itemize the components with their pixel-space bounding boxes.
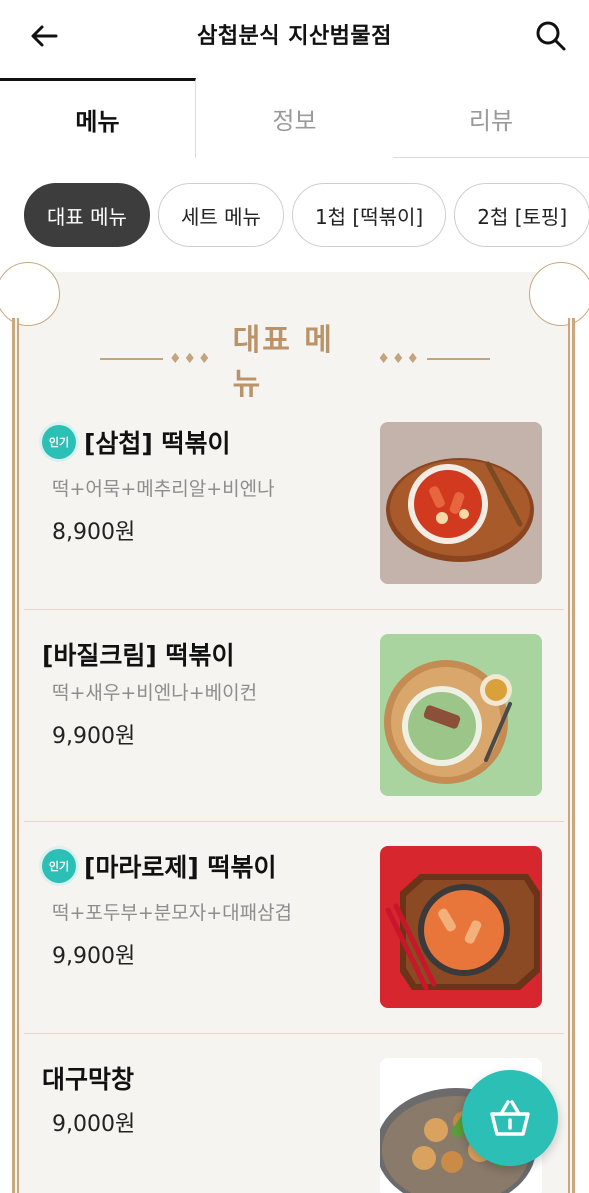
basket-icon <box>490 1100 530 1136</box>
chip-topping[interactable]: 2첩 [토핑] <box>454 183 589 247</box>
section-heading: ♦♦♦ 대표 메뉴 ♦♦♦ <box>100 323 490 402</box>
panel-border <box>565 318 575 1193</box>
app: 삼첩분식 지산범물점 메뉴 정보 리뷰 대표 메뉴 세트 메뉴 1첩 [떡볶이]… <box>0 0 589 1193</box>
basil-cream-dish-image <box>380 634 542 796</box>
menu-item[interactable]: 인기 [삼첩] 떡볶이 떡+어묵+메추리알+비엔나 8,900원 <box>24 398 564 610</box>
tab-menu[interactable]: 메뉴 <box>0 78 196 158</box>
menu-item-description: 떡+새우+비엔나+베이컨 <box>52 682 258 704</box>
menu-item-photo[interactable] <box>380 422 542 584</box>
menu-item-name-row: [바질크림] 떡볶이 <box>42 636 235 672</box>
menu-item-name: [삼첩] 떡볶이 <box>84 429 231 458</box>
menu-item-price: 9,900원 <box>52 944 136 969</box>
mala-rose-dish-image <box>380 846 542 1008</box>
menu-item-name-row: 인기 [삼첩] 떡볶이 <box>42 424 231 460</box>
chip-set-menu[interactable]: 세트 메뉴 <box>157 183 284 247</box>
header: 삼첩분식 지산범물점 <box>0 0 589 72</box>
chip-signature-menu[interactable]: 대표 메뉴 <box>24 183 150 247</box>
diamond-ornament-icon: ♦♦♦ <box>168 351 213 367</box>
divider <box>427 358 490 360</box>
menu-item-photo[interactable] <box>380 634 542 796</box>
menu-item-description: 떡+포두부+분모자+대패삼겹 <box>52 902 293 924</box>
popular-badge: 인기 <box>42 849 76 883</box>
category-chips: 대표 메뉴 세트 메뉴 1첩 [떡볶이] 2첩 [토핑] <box>24 183 589 249</box>
menu-item-name: [마라로제] 떡볶이 <box>84 853 277 882</box>
menu-item[interactable]: 인기 [마라로제] 떡볶이 떡+포두부+분모자+대패삼겹 9,900원 <box>24 822 564 1034</box>
search-button[interactable] <box>529 14 573 58</box>
menu-item-name-row: 대구막창 <box>42 1060 134 1096</box>
panel-border <box>12 318 22 1193</box>
menu-item-name: [바질크림] 떡볶이 <box>42 641 235 670</box>
menu-item-price: 8,900원 <box>52 520 136 545</box>
panel-corner-decoration <box>529 262 589 326</box>
menu-item-description: 떡+어묵+메추리알+비엔나 <box>52 478 275 500</box>
menu-item[interactable]: [바질크림] 떡볶이 떡+새우+비엔나+베이컨 9,900원 <box>24 610 564 822</box>
menu-item-photo[interactable] <box>380 846 542 1008</box>
cart-button[interactable] <box>462 1070 558 1166</box>
menu-item-name-row: 인기 [마라로제] 떡볶이 <box>42 848 277 884</box>
menu-item-price: 9,900원 <box>52 724 136 749</box>
page-title: 삼첩분식 지산범물점 <box>197 24 392 49</box>
tab-info[interactable]: 정보 <box>196 78 393 158</box>
menu-item-price: 9,000원 <box>52 1112 136 1137</box>
section-title: 대표 메뉴 <box>232 323 334 402</box>
tteokbokki-dish-image <box>380 422 542 584</box>
diamond-ornament-icon: ♦♦♦ <box>377 351 422 367</box>
tab-reviews[interactable]: 리뷰 <box>393 78 589 158</box>
search-icon <box>536 21 566 51</box>
menu-item-name: 대구막창 <box>42 1065 135 1094</box>
tab-bar: 메뉴 정보 리뷰 <box>0 78 589 158</box>
divider <box>100 358 163 360</box>
chip-tteokbokki[interactable]: 1첩 [떡볶이] <box>291 183 447 247</box>
popular-badge: 인기 <box>42 425 76 459</box>
